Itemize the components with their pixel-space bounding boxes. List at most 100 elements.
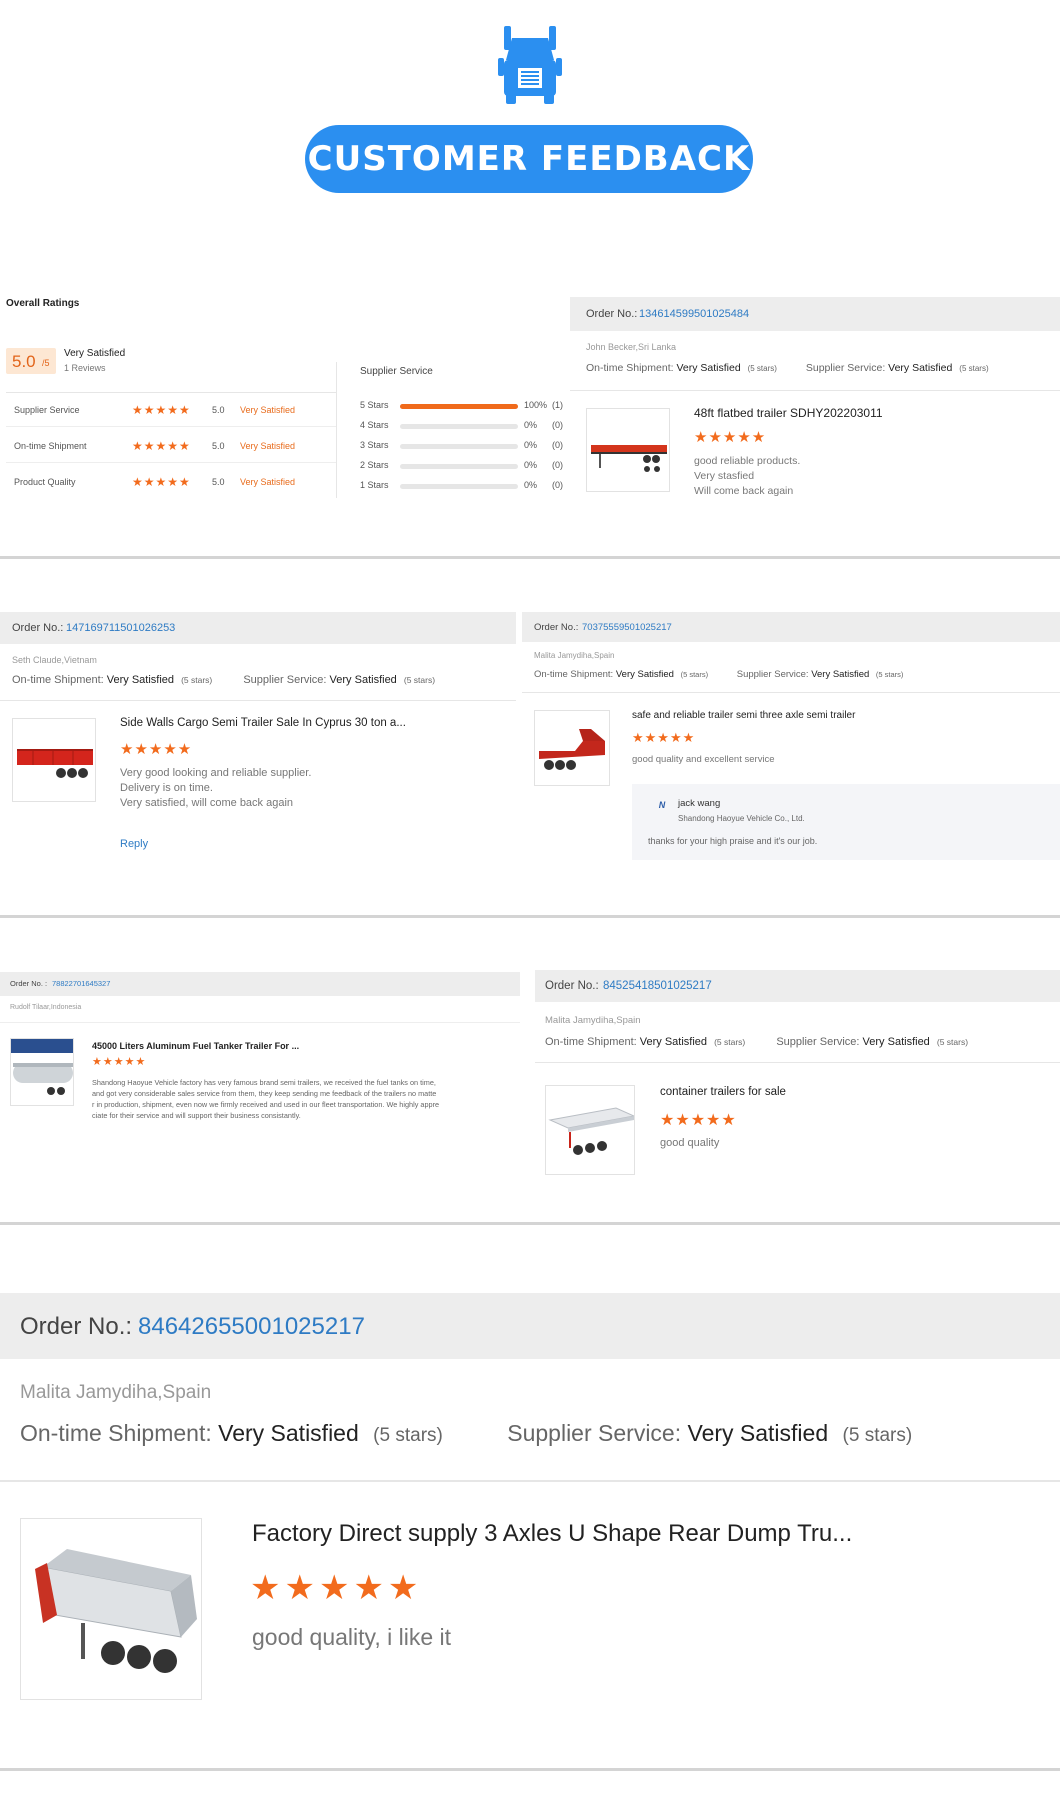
service-stars: (5 stars) <box>959 364 989 373</box>
service-value: Very Satisfied <box>888 362 953 374</box>
section-divider <box>0 1222 1060 1225</box>
shipment-value: Very Satisfied <box>106 674 175 686</box>
breakdown-bar <box>400 444 518 449</box>
order-number-link[interactable]: 84525418501025217 <box>603 980 712 992</box>
review-meta: On-time Shipment: Very Satisfied (5 star… <box>545 1036 968 1048</box>
rating-row-label: Very Satisfied <box>240 477 296 487</box>
shipment-value: Very Satisfied <box>218 1420 359 1446</box>
breakdown-count: (0) <box>552 460 563 470</box>
breakdown-bar-fill <box>400 404 518 409</box>
truck-icon <box>494 24 566 106</box>
breakdown-title: Supplier Service <box>360 366 433 377</box>
shipment-label: On-time Shipment: <box>534 669 614 680</box>
overall-reviews-count: 1 Reviews <box>64 363 106 373</box>
product-title[interactable]: Side Walls Cargo Semi Trailer Sale In Cy… <box>120 717 406 729</box>
order-header: Order No.: 147169711501026253 <box>0 612 516 644</box>
order-label: Order No.: <box>545 980 599 992</box>
review-comment-line: ciate for their service and will support… <box>92 1111 301 1120</box>
reviewer-name: Rudolf Tilaar,Indonesia <box>10 1004 82 1011</box>
review-meta: On-time Shipment: Very Satisfied (5 star… <box>20 1420 912 1447</box>
product-stars: ★★★★★ <box>120 741 193 758</box>
rating-row-score: 5.0 <box>212 405 225 415</box>
reviewer-name: Malita Jamydiha,Spain <box>545 1015 641 1026</box>
reviewer-name: Malita Jamydiha,Spain <box>20 1382 212 1403</box>
reply-link[interactable]: Reply <box>120 838 148 850</box>
breakdown-percent: 0% <box>524 460 538 470</box>
service-label: Supplier Service: <box>243 674 327 686</box>
breakdown-label: 1 Stars <box>360 480 389 490</box>
rating-breakdown: 5 Stars 100% (1) 4 Stars 0% (0) 3 Stars 0% (0) 2 … <box>360 398 570 498</box>
review-comment-line: good reliable products. <box>694 455 801 467</box>
service-stars: (5 stars) <box>936 1037 969 1047</box>
review-divider <box>570 390 1060 391</box>
review-divider <box>0 1480 1060 1482</box>
reply-author: jack wang <box>678 798 721 809</box>
breakdown-count: (1) <box>552 400 563 410</box>
product-thumbnail[interactable] <box>12 718 96 802</box>
service-stars: (5 stars) <box>842 1425 913 1446</box>
rating-row: Supplier Service ★★★★★ 5.0 Very Satisfie… <box>14 403 324 419</box>
shipment-value: Very Satisfied <box>639 1036 708 1048</box>
reply-text: thanks for your high praise and it's our… <box>648 836 818 846</box>
shipment-label: On-time Shipment: <box>545 1036 637 1048</box>
product-stars: ★★★★★ <box>92 1056 147 1068</box>
service-stars: (5 stars) <box>403 675 436 685</box>
product-title[interactable]: 48ft flatbed trailer SDHY202203011 <box>694 406 883 420</box>
product-thumbnail[interactable] <box>20 1518 202 1700</box>
order-label: Order No.: <box>12 622 64 634</box>
breakdown-row: 2 Stars 0% (0) <box>360 458 570 472</box>
order-header: Order No.: 84525418501025217 <box>535 970 1060 1002</box>
breakdown-bar <box>400 404 518 409</box>
shipment-stars: (5 stars) <box>373 1425 443 1446</box>
breakdown-percent: 0% <box>524 480 538 490</box>
service-label: Supplier Service: <box>805 362 886 374</box>
order-header: Order No. : 78822701645327 <box>0 972 520 996</box>
order-number-link[interactable]: 84642655001025217 <box>138 1313 365 1341</box>
review-comment: good quality <box>660 1137 720 1149</box>
overall-score: 5.0 <box>12 352 36 371</box>
shipment-stars: (5 stars) <box>680 670 709 679</box>
review-meta: On-time Shipment: Very Satisfied (5 star… <box>586 362 989 374</box>
order-header: Order No.: 70375559501025217 <box>522 612 1060 642</box>
product-title[interactable]: Factory Direct supply 3 Axles U Shape Re… <box>252 1520 852 1548</box>
order-header: Order No.: 84642655001025217 <box>0 1293 1060 1359</box>
product-title[interactable]: container trailers for sale <box>660 1086 786 1098</box>
product-title[interactable]: safe and reliable trailer semi three axl… <box>632 710 855 721</box>
overall-ratings-title: Overall Ratings <box>6 298 80 309</box>
breakdown-bar <box>400 484 518 489</box>
service-value: Very Satisfied <box>862 1036 930 1048</box>
breakdown-row: 4 Stars 0% (0) <box>360 418 570 432</box>
review-divider <box>0 1022 520 1023</box>
rating-row-stars: ★★★★★ <box>132 475 191 489</box>
rating-row-stars: ★★★★★ <box>132 439 191 453</box>
breakdown-row: 1 Stars 0% (0) <box>360 478 570 492</box>
order-label: Order No.: <box>586 308 638 320</box>
rating-row-score: 5.0 <box>212 441 225 451</box>
product-thumbnail[interactable] <box>586 408 670 492</box>
product-thumbnail[interactable] <box>534 710 610 786</box>
order-header: Order No.: 13461459950102548​4 <box>570 297 1060 331</box>
shipment-label: On-time Shipment: <box>586 362 674 374</box>
review-divider <box>522 692 1060 693</box>
review-comment-line: Very satisfied, will come back again <box>120 797 294 809</box>
product-stars: ★★★★★ <box>694 429 767 446</box>
review-divider <box>535 1062 1060 1063</box>
review-comment-line: Very good looking and reliable supplier. <box>120 767 312 779</box>
order-number-link[interactable]: 78822701645327 <box>52 979 110 988</box>
product-thumbnail[interactable] <box>10 1038 74 1106</box>
order-number-link[interactable]: 147169711501026253 <box>66 622 175 634</box>
order-number-link[interactable]: 13461459950102548​4 <box>639 308 749 320</box>
supplier-reply-box: N jack wang Shandong Haoyue Vehicle Co.,… <box>632 784 1060 860</box>
section-divider <box>0 556 1060 559</box>
product-thumbnail[interactable] <box>545 1085 635 1175</box>
review-divider <box>0 700 516 701</box>
company-logo-icon: N <box>658 800 666 810</box>
breakdown-label: 5 Stars <box>360 400 389 410</box>
breakdown-count: (0) <box>552 420 563 430</box>
product-title[interactable]: 45000 Liters Aluminum Fuel Tanker Traile… <box>92 1041 299 1051</box>
service-value: Very Satisfied <box>811 669 870 680</box>
order-number-link[interactable]: 70375559501025217 <box>582 622 672 633</box>
shipment-value: Very Satisfied <box>615 669 674 680</box>
review-comment: Shandong Haoyue Vehicle factory has very… <box>92 1077 439 1121</box>
review-comment: good quality and excellent service <box>632 754 775 765</box>
